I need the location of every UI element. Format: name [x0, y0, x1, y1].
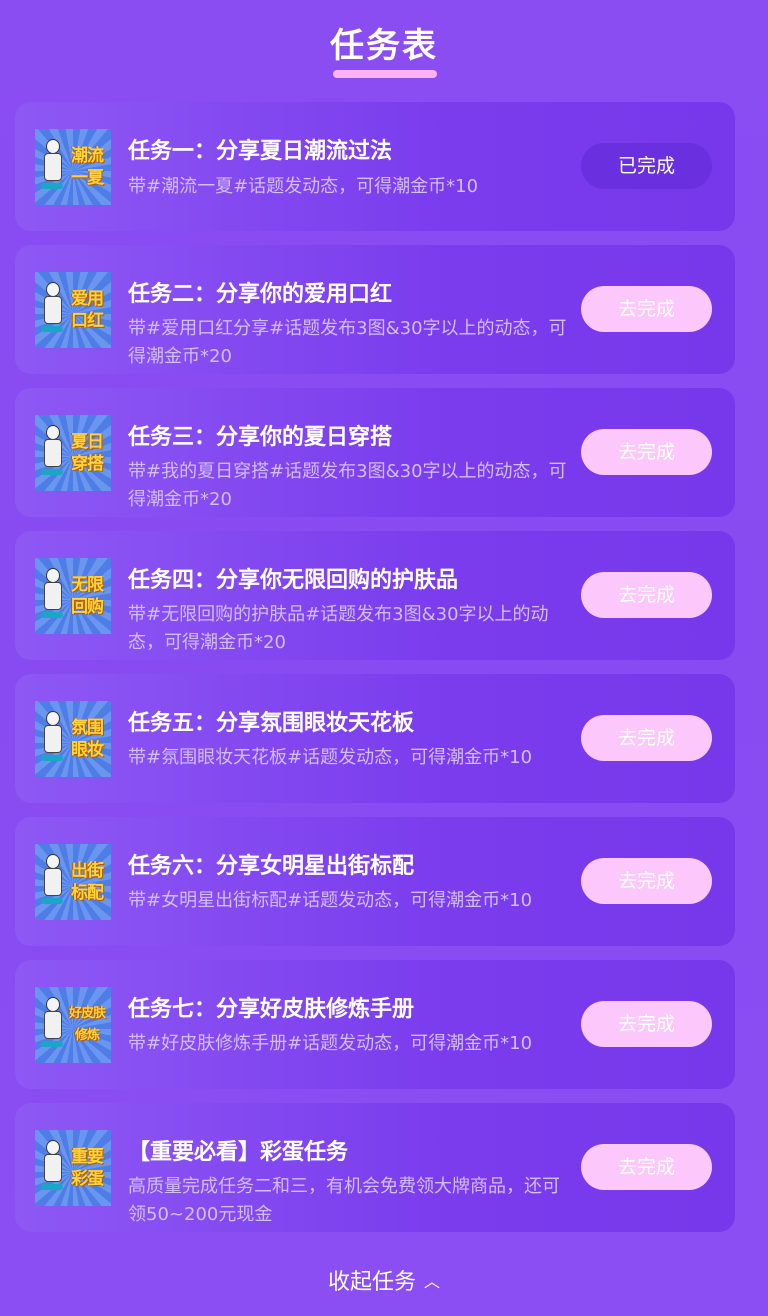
- task-thumbnail: 夏日穿搭: [35, 415, 111, 491]
- collapse-tasks-button[interactable]: 收起任务 ︿: [0, 1262, 768, 1303]
- task-description: 带#好皮肤修炼手册#话题发动态，可得潮金币*10: [128, 1033, 533, 1054]
- title-underline: [333, 70, 437, 78]
- go-complete-button[interactable]: 去完成: [581, 858, 712, 904]
- go-complete-button[interactable]: 去完成: [581, 1144, 712, 1190]
- thumbnail-text: 出街标配: [71, 861, 104, 903]
- task-list: 潮流一夏 任务一：分享夏日潮流过法 带#潮流一夏#话题发动态，可得潮金币*10 …: [15, 102, 735, 1246]
- go-complete-button[interactable]: 去完成: [581, 1001, 712, 1047]
- task-description: 带#爱用口红分享#话题发布3图&30字以上的动态，可得潮金币*20: [128, 318, 567, 367]
- thumbnail-text: 爱用口红: [71, 289, 104, 331]
- task-card-1: 潮流一夏 任务一：分享夏日潮流过法 带#潮流一夏#话题发动态，可得潮金币*10 …: [15, 102, 735, 231]
- go-complete-button[interactable]: 去完成: [581, 715, 712, 761]
- task-card-3: 夏日穿搭 任务三：分享你的夏日穿搭 带#我的夏日穿搭#话题发布3图&30字以上的…: [15, 388, 735, 517]
- task-title: 任务二：分享你的爱用口红: [128, 282, 393, 307]
- task-description: 带#氛围眼妆天花板#话题发动态，可得潮金币*10: [128, 747, 533, 768]
- task-title: 任务六：分享女明星出街标配: [128, 854, 415, 879]
- task-title: 任务四：分享你无限回购的护肤品: [128, 568, 459, 593]
- task-card-6: 出街标配 任务六：分享女明星出街标配 带#女明星出街标配#话题发动态，可得潮金币…: [15, 817, 735, 946]
- thumbnail-text: 重要彩蛋: [71, 1147, 104, 1189]
- task-description: 高质量完成任务二和三，有机会免费领大牌商品，还可领50~200元现金: [128, 1176, 560, 1225]
- task-description: 带#我的夏日穿搭#话题发布3图&30字以上的动态，可得潮金币*20: [128, 461, 567, 510]
- thumbnail-text: 好皮肤修炼: [68, 1006, 106, 1043]
- task-thumbnail: 重要彩蛋: [35, 1130, 111, 1206]
- task-card-2: 爱用口红 任务二：分享你的爱用口红 带#爱用口红分享#话题发布3图&30字以上的…: [15, 245, 735, 374]
- astronaut-icon: [41, 1140, 63, 1198]
- thumbnail-text: 无限回购: [71, 575, 104, 617]
- task-description: 带#潮流一夏#话题发动态，可得潮金币*10: [128, 176, 479, 197]
- thumbnail-text: 氛围眼妆: [71, 718, 104, 760]
- task-status-button[interactable]: 已完成: [581, 143, 712, 189]
- thumbnail-text: 潮流一夏: [71, 146, 104, 188]
- task-thumbnail: 潮流一夏: [35, 129, 111, 205]
- header: 任务表: [0, 22, 768, 70]
- task-card-bonus: 重要彩蛋 【重要必看】彩蛋任务 高质量完成任务二和三，有机会免费领大牌商品，还可…: [15, 1103, 735, 1232]
- collapse-label: 收起任务: [327, 1270, 416, 1295]
- astronaut-icon: [41, 139, 63, 197]
- go-complete-button[interactable]: 去完成: [581, 429, 712, 475]
- task-thumbnail: 好皮肤修炼: [35, 987, 111, 1063]
- task-card-5: 氛围眼妆 任务五：分享氛围眼妆天花板 带#氛围眼妆天花板#话题发动态，可得潮金币…: [15, 674, 735, 803]
- task-title: 任务一：分享夏日潮流过法: [128, 139, 393, 164]
- astronaut-icon: [41, 997, 63, 1055]
- task-card-4: 无限回购 任务四：分享你无限回购的护肤品 带#无限回购的护肤品#话题发布3图&3…: [15, 531, 735, 660]
- task-page: 任务表 潮流一夏 任务一：分享夏日潮流过法 带#潮流一夏#话题发动态，可得潮金币…: [0, 0, 768, 1316]
- astronaut-icon: [41, 425, 63, 483]
- task-thumbnail: 出街标配: [35, 844, 111, 920]
- task-thumbnail: 无限回购: [35, 558, 111, 634]
- go-complete-button[interactable]: 去完成: [581, 286, 712, 332]
- task-description: 带#无限回购的护肤品#话题发布3图&30字以上的动态，可得潮金币*20: [128, 604, 549, 653]
- task-title: 任务三：分享你的夏日穿搭: [128, 425, 393, 450]
- astronaut-icon: [41, 711, 63, 769]
- astronaut-icon: [41, 282, 63, 340]
- task-thumbnail: 氛围眼妆: [35, 701, 111, 777]
- thumbnail-text: 夏日穿搭: [71, 432, 104, 474]
- task-card-7: 好皮肤修炼 任务七：分享好皮肤修炼手册 带#好皮肤修炼手册#话题发动态，可得潮金…: [15, 960, 735, 1089]
- task-title: 任务七：分享好皮肤修炼手册: [128, 997, 415, 1022]
- astronaut-icon: [41, 854, 63, 912]
- page-title: 任务表: [330, 26, 438, 66]
- go-complete-button[interactable]: 去完成: [581, 572, 712, 618]
- task-description: 带#女明星出街标配#话题发动态，可得潮金币*10: [128, 890, 533, 911]
- chevron-up-icon: ︿: [424, 1272, 441, 1291]
- astronaut-icon: [41, 568, 63, 626]
- task-title: 【重要必看】彩蛋任务: [128, 1140, 349, 1165]
- task-title: 任务五：分享氛围眼妆天花板: [128, 711, 415, 736]
- task-thumbnail: 爱用口红: [35, 272, 111, 348]
